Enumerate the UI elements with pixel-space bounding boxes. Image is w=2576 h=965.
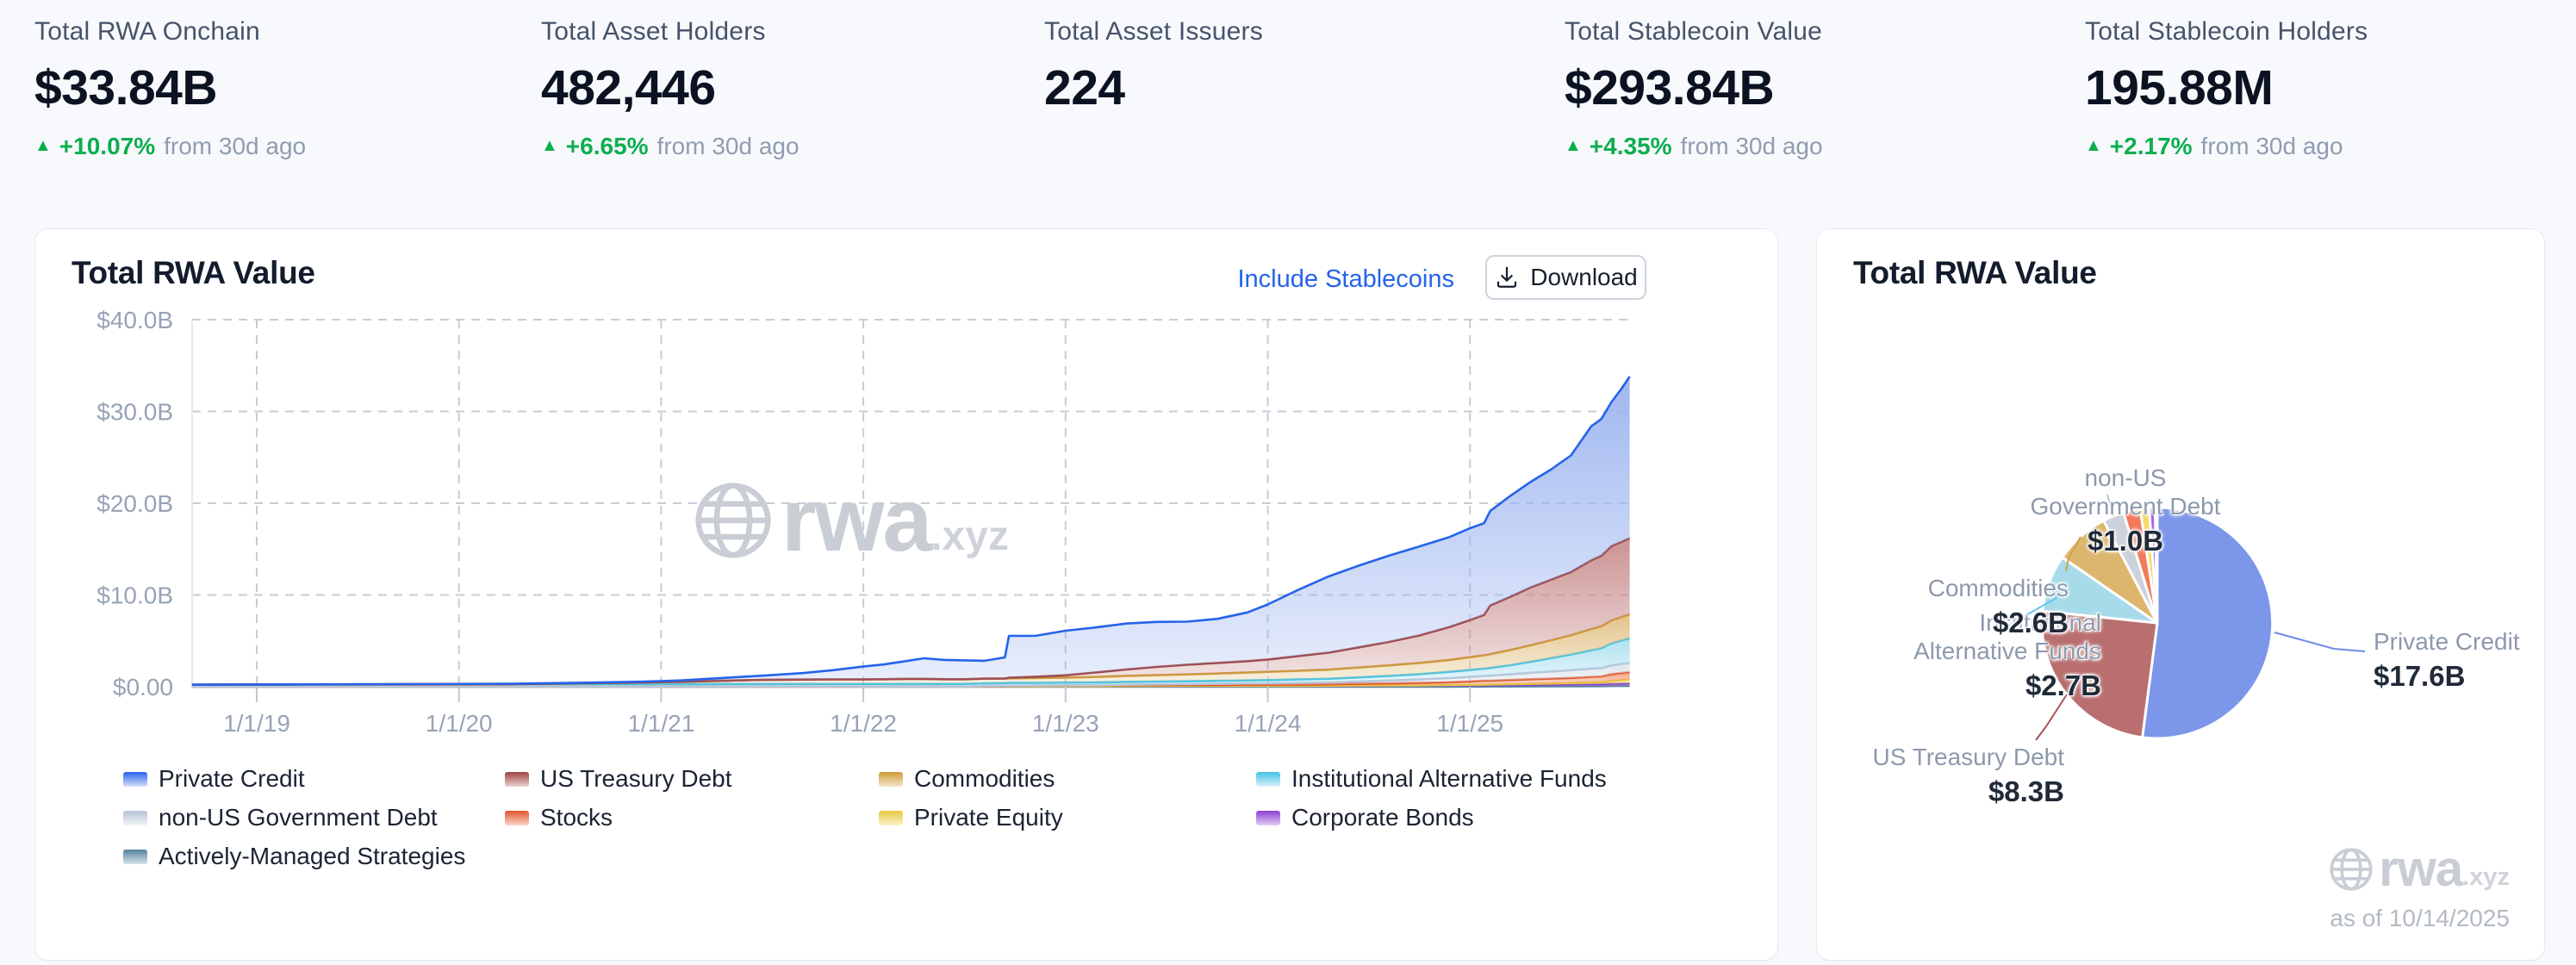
pie-label-private-credit: Private Credit $17.6B (2374, 627, 2520, 692)
legend-swatch (505, 811, 529, 825)
x-tick-label: 1/1/19 (223, 710, 290, 737)
stat-total-rwa-onchain: Total RWA Onchain $33.84B ▲ +10.07% from… (34, 17, 306, 161)
chart-legend: Private Credit US Treasury Debt Commoditie… (123, 765, 1670, 870)
pie-label-name: Commodities (1928, 574, 2069, 602)
stat-delta-period: from 30d ago (657, 133, 800, 160)
up-triangle-icon: ▲ (541, 136, 558, 156)
stat-delta-period: from 30d ago (164, 133, 306, 160)
legend-item-commodities[interactable]: Commodities (879, 765, 1256, 793)
x-tick-label: 1/1/24 (1235, 710, 1302, 737)
legend-swatch (123, 850, 147, 864)
legend-label: Commodities (914, 765, 1055, 793)
stat-value: 224 (1044, 59, 1263, 116)
up-triangle-icon: ▲ (2085, 136, 2102, 156)
pie-label-value: $1.0B (2025, 526, 2225, 557)
stat-label: Total Stablecoin Holders (2085, 17, 2368, 47)
x-tick-label: 1/1/21 (627, 710, 694, 737)
legend-item-us-treasury-debt[interactable]: US Treasury Debt (505, 765, 879, 793)
stat-delta-period: from 30d ago (1681, 133, 1823, 160)
stat-label: Total Stablecoin Value (1565, 17, 1823, 47)
total-rwa-value-area-card: Total RWA Value Include Stablecoins Down… (34, 228, 1778, 961)
y-tick-label: $10.0B (96, 582, 173, 609)
pie-label-name: Alternative Funds (1913, 637, 2101, 665)
legend-item-private-credit[interactable]: Private Credit (123, 765, 505, 793)
pie-label-non-us-government-debt: non-USGovernment Debt $1.0B (2025, 464, 2225, 557)
y-tick-label: $30.0B (96, 399, 173, 426)
stat-value: $33.84B (34, 59, 306, 116)
as-of-date: as of 10/14/2025 (2330, 905, 2510, 932)
x-tick-label: 1/1/22 (830, 710, 897, 737)
legend-label: Private Equity (914, 804, 1063, 831)
legend-swatch (505, 772, 529, 787)
legend-label: Private Credit (159, 765, 305, 793)
legend-swatch (879, 772, 903, 787)
pie-label-value: $17.6B (2374, 661, 2520, 692)
stat-total-asset-holders: Total Asset Holders 482,446 ▲ +6.65% fro… (541, 17, 800, 161)
stat-label: Total Asset Holders (541, 17, 800, 47)
pie-label-us-treasury-debt: US Treasury Debt $8.3B (1872, 743, 2064, 807)
legend-item-non-us-government-debt[interactable]: non-US Government Debt (123, 804, 505, 831)
up-triangle-icon: ▲ (1565, 136, 1582, 156)
pie-label-name: US Treasury Debt (1872, 743, 2064, 771)
dashboard-page: Total RWA Onchain $33.84B ▲ +10.07% from… (0, 0, 2576, 965)
stat-delta: +10.07% (59, 133, 155, 160)
stat-total-asset-issuers: Total Asset Issuers 224 (1044, 17, 1263, 161)
stat-delta: +2.17% (2110, 133, 2193, 160)
y-tick-label: $0.00 (113, 674, 173, 700)
x-tick-label: 1/1/25 (1436, 710, 1503, 737)
y-tick-label: $40.0B (96, 307, 173, 333)
legend-label: Institutional Alternative Funds (1291, 765, 1607, 793)
pie-label-value: $8.3B (1872, 776, 2064, 807)
x-tick-label: 1/1/23 (1032, 710, 1099, 737)
watermark-tld: .xyz (2462, 863, 2510, 892)
pie-label-name: Private Credit (2374, 627, 2520, 656)
up-triangle-icon: ▲ (34, 136, 52, 156)
legend-item-actively-managed-strategies[interactable]: Actively-Managed Strategies (123, 843, 505, 870)
stat-label: Total Asset Issuers (1044, 17, 1263, 47)
legend-item-private-equity[interactable]: Private Equity (879, 804, 1256, 831)
legend-item-institutional-alternative-funds[interactable]: Institutional Alternative Funds (1256, 765, 1670, 793)
pie-label-commodities: Commodities $2.6B (1928, 574, 2069, 638)
pie-label-name: Government Debt (2025, 492, 2225, 520)
stat-total-stablecoin-value: Total Stablecoin Value $293.84B ▲ +4.35%… (1565, 17, 1823, 161)
legend-swatch (1256, 811, 1280, 825)
globe-icon (2329, 847, 2374, 892)
legend-label: non-US Government Debt (159, 804, 438, 831)
watermark-brand: rwa (2379, 844, 2462, 894)
stat-value: 482,446 (541, 59, 800, 116)
pie-label-value: $2.7B (1913, 670, 2101, 701)
legend-swatch (1256, 772, 1280, 787)
legend-label: Actively-Managed Strategies (159, 843, 465, 870)
y-tick-label: $20.0B (96, 490, 173, 517)
legend-swatch (123, 811, 147, 825)
stat-total-stablecoin-holders: Total Stablecoin Holders 195.88M ▲ +2.17… (2085, 17, 2368, 161)
legend-item-corporate-bonds[interactable]: Corporate Bonds (1256, 804, 1670, 831)
stat-label: Total RWA Onchain (34, 17, 306, 47)
legend-swatch (879, 811, 903, 825)
rwa-xyz-watermark: rwa .xyz as of 10/14/2025 (2329, 844, 2510, 932)
x-tick-label: 1/1/20 (426, 710, 493, 737)
stat-value: $293.84B (1565, 59, 1823, 116)
legend-label: US Treasury Debt (540, 765, 732, 793)
pie-leader-private-credit (2274, 632, 2365, 651)
legend-swatch (123, 772, 147, 787)
stat-delta: +6.65% (566, 133, 649, 160)
stat-value: 195.88M (2085, 59, 2368, 116)
total-rwa-value-pie-card: Total RWA Value Private Credit$17.6BUS T… (1816, 228, 2545, 961)
legend-label: Stocks (540, 804, 613, 831)
stat-delta: +4.35% (1590, 133, 1672, 160)
legend-item-stocks[interactable]: Stocks (505, 804, 879, 831)
stat-delta-period: from 30d ago (2201, 133, 2343, 160)
legend-label: Corporate Bonds (1291, 804, 1474, 831)
pie-label-name: non-US (2025, 464, 2225, 492)
pie-label-value: $2.6B (1928, 607, 2069, 638)
